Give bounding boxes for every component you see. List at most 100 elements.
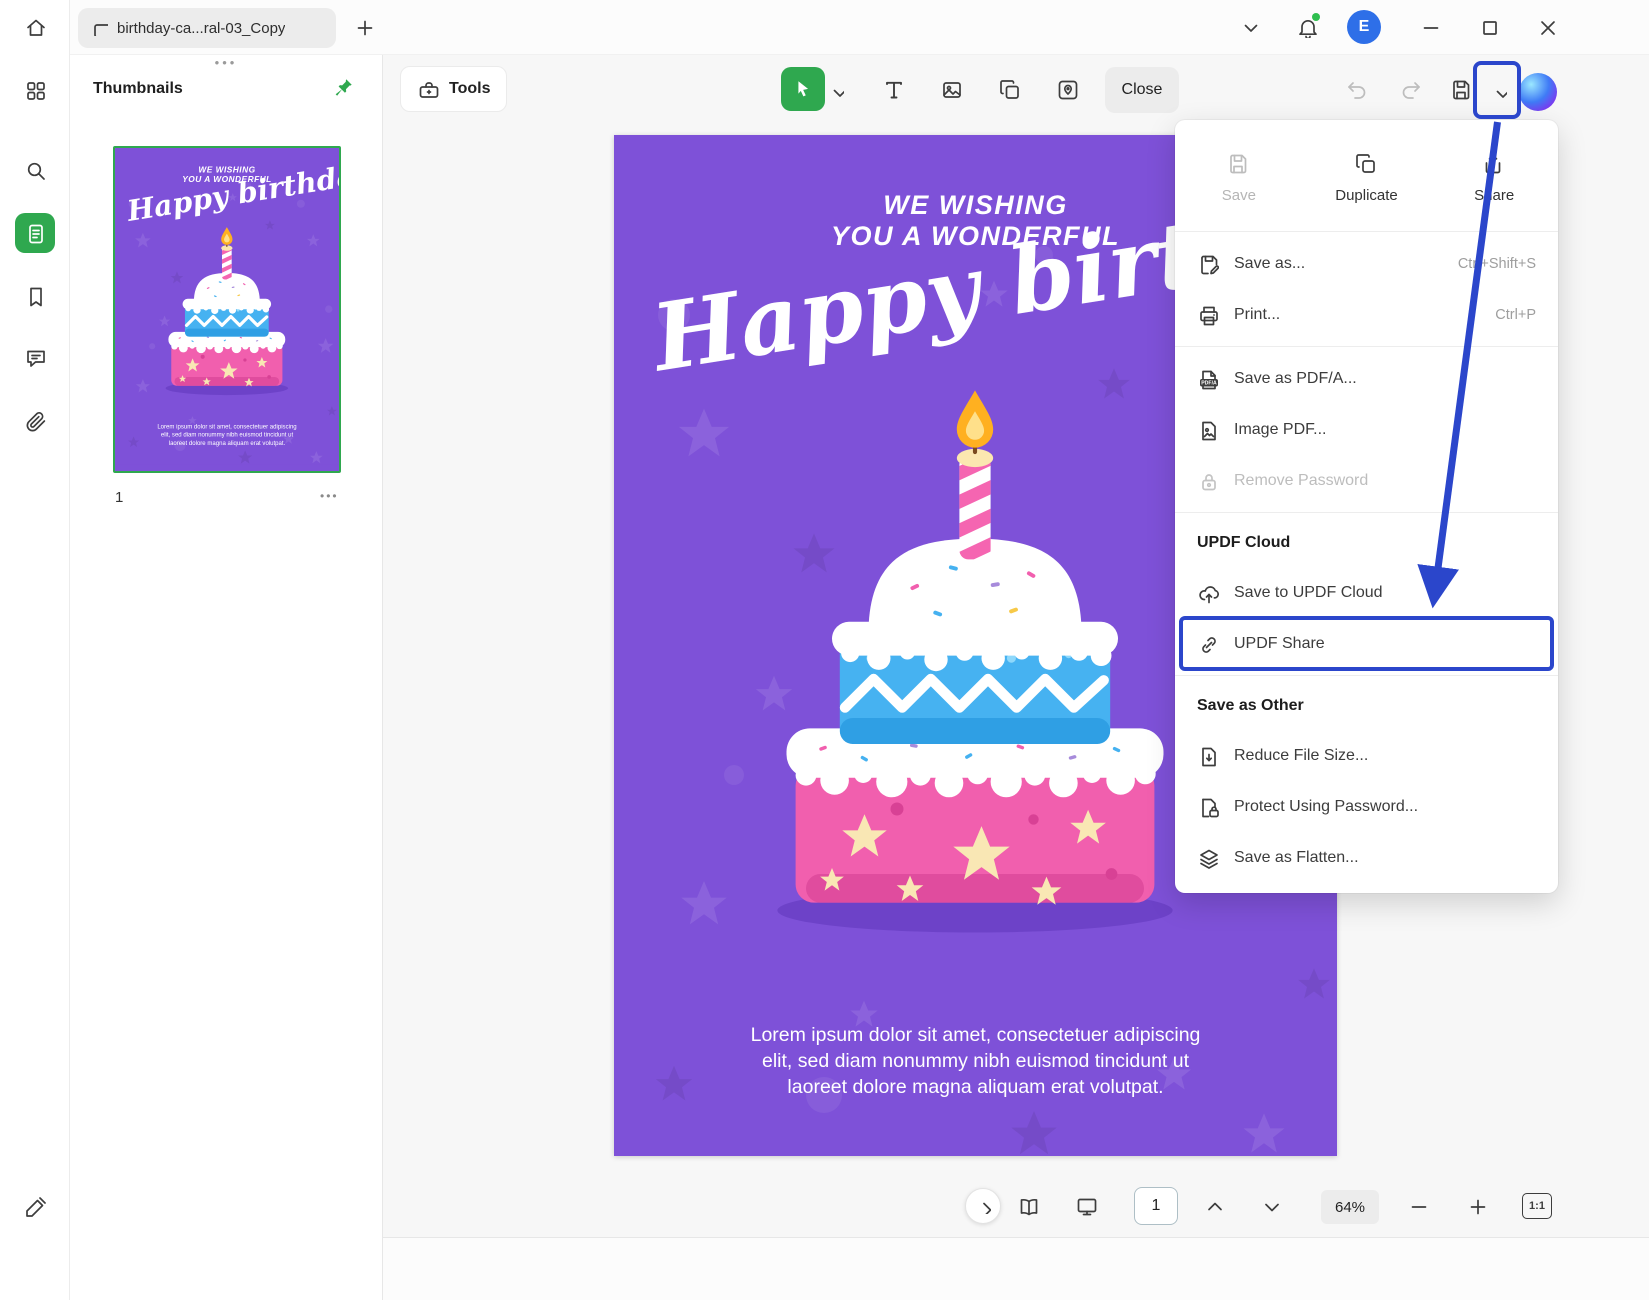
presentation-icon	[1075, 1195, 1097, 1217]
apps-grid-icon	[24, 79, 46, 101]
zoom-in-button[interactable]	[1457, 1186, 1497, 1226]
menu-item-save-as-flatten[interactable]: Save as Flatten...	[1175, 832, 1558, 883]
page-number-input[interactable]	[1134, 1187, 1178, 1225]
app-window: birthday-ca...ral-03_Copy E ••• Thumbnai…	[0, 0, 1649, 1300]
more-dropdown-button[interactable]	[1230, 7, 1270, 47]
chevron-down-icon	[1491, 82, 1507, 98]
pages-tool-button[interactable]	[989, 69, 1029, 109]
document-tab-title: birthday-ca...ral-03_Copy	[117, 20, 285, 37]
home-icon	[24, 16, 46, 38]
select-tool-dropdown[interactable]	[826, 69, 846, 109]
close-window-button[interactable]	[1527, 7, 1567, 47]
bookmark-icon	[24, 285, 46, 307]
menu-section-save-as-other: Save as Other	[1175, 682, 1558, 730]
close-document-button[interactable]: Close	[1105, 67, 1179, 113]
page-thumbnail-preview: WE WISHING YOU A WONDERFUL Happy birthda…	[115, 148, 339, 464]
comments-button[interactable]	[15, 337, 55, 377]
menu-item-reduce-file-size[interactable]: Reduce File Size...	[1175, 730, 1558, 781]
document-tab[interactable]: birthday-ca...ral-03_Copy	[78, 8, 336, 48]
menu-save-action[interactable]: Save	[1175, 152, 1303, 204]
notifications-button[interactable]	[1287, 7, 1327, 47]
book-icon	[1017, 1195, 1039, 1217]
pdfa-icon: PDF/A	[1197, 368, 1219, 390]
title-bar: birthday-ca...ral-03_Copy E	[70, 0, 1649, 55]
document-tab-icon	[92, 20, 108, 36]
menu-item-save-to-updf-cloud[interactable]: Save to UPDF Cloud	[1175, 567, 1558, 618]
paperclip-icon	[24, 410, 46, 432]
left-rail	[0, 0, 70, 1300]
chevron-down-icon	[1239, 16, 1261, 38]
minimize-button[interactable]	[1410, 7, 1450, 47]
close-icon	[1536, 16, 1558, 38]
tools-icon	[417, 78, 439, 100]
home-button[interactable]	[15, 7, 55, 47]
cloud-upload-icon	[1197, 582, 1219, 604]
pin-panel-button[interactable]	[332, 77, 354, 104]
thumbnail-more-button[interactable]: •••	[320, 489, 339, 503]
card-body-text: Lorem ipsum dolor sit amet, consectetuer…	[751, 1023, 1201, 1101]
panel-drag-handle[interactable]: •••	[70, 55, 382, 70]
thumbnail-page-number: 1	[115, 489, 123, 506]
previous-page-button[interactable]	[1194, 1186, 1234, 1226]
cake-illustration	[146, 224, 307, 397]
minimize-icon	[1419, 16, 1441, 38]
menu-item-save-as[interactable]: Save as...Ctrl+Shift+S	[1175, 238, 1558, 289]
image-tool-button[interactable]	[931, 69, 971, 109]
search-button[interactable]	[15, 150, 55, 190]
expand-statusbar-button[interactable]	[965, 1188, 1001, 1224]
menu-share-action[interactable]: Share	[1430, 152, 1558, 204]
reading-mode-button[interactable]	[1008, 1186, 1048, 1226]
flatten-icon	[1197, 847, 1219, 869]
actual-size-button[interactable]: 1:1	[1517, 1186, 1557, 1226]
new-tab-button[interactable]	[344, 7, 384, 47]
menu-item-remove-password[interactable]: Remove Password	[1175, 455, 1558, 506]
menu-item-protect-using-password[interactable]: Protect Using Password...	[1175, 781, 1558, 832]
avatar[interactable]: E	[1347, 10, 1381, 44]
save-dropdown-button[interactable]	[1479, 70, 1519, 110]
save-toolbar-button[interactable]	[1440, 69, 1480, 109]
menu-item-save-as-pdfa[interactable]: PDF/A Save as PDF/A...	[1175, 353, 1558, 404]
signature-pen-icon	[24, 1195, 46, 1217]
text-tool-button[interactable]	[873, 69, 913, 109]
attachments-button[interactable]	[15, 401, 55, 441]
menu-duplicate-action[interactable]: Duplicate	[1303, 152, 1431, 204]
tools-button-label: Tools	[449, 80, 490, 98]
minus-icon	[1407, 1195, 1429, 1217]
zoom-level[interactable]: 64%	[1321, 1190, 1379, 1224]
menu-item-image-pdf[interactable]: Image PDF...	[1175, 404, 1558, 455]
maximize-button[interactable]	[1469, 7, 1509, 47]
thumbnails-panel-button[interactable]	[15, 213, 55, 253]
redo-button[interactable]	[1390, 69, 1430, 109]
image-pdf-icon	[1197, 419, 1219, 441]
notification-dot	[1312, 13, 1320, 21]
signature-button[interactable]	[15, 1186, 55, 1226]
zoom-out-button[interactable]	[1398, 1186, 1438, 1226]
svg-text:PDF/A: PDF/A	[1201, 380, 1217, 386]
save-icon	[1226, 152, 1252, 178]
menu-item-print[interactable]: Print...Ctrl+P	[1175, 289, 1558, 340]
protect-password-icon	[1197, 796, 1219, 818]
page-thumbnail[interactable]: WE WISHING YOU A WONDERFUL Happy birthda…	[113, 146, 341, 473]
cake-illustration	[715, 380, 1235, 939]
location-tool-button[interactable]	[1047, 69, 1087, 109]
select-tool-button[interactable]	[781, 67, 825, 111]
plus-icon	[1466, 1195, 1488, 1217]
thumbnails-icon	[24, 222, 46, 244]
ai-assistant-button[interactable]	[1519, 73, 1557, 111]
tools-button[interactable]: Tools	[400, 66, 507, 112]
pushpin-icon	[332, 77, 354, 99]
apps-button[interactable]	[15, 70, 55, 110]
menu-divider	[1175, 346, 1558, 347]
menu-item-updf-share[interactable]: UPDF Share	[1175, 618, 1558, 669]
undo-button[interactable]	[1336, 69, 1376, 109]
comment-icon	[24, 346, 46, 368]
presentation-mode-button[interactable]	[1066, 1186, 1106, 1226]
bookmarks-button[interactable]	[15, 276, 55, 316]
menu-divider	[1175, 512, 1558, 513]
thumbnails-panel: ••• Thumbnails WE WISHING YOU A WONDERFU…	[70, 55, 383, 1300]
menu-divider	[1175, 675, 1558, 676]
plus-icon	[353, 16, 375, 38]
next-page-button[interactable]	[1251, 1186, 1291, 1226]
one-to-one-icon: 1:1	[1522, 1193, 1552, 1219]
chevron-down-icon	[1260, 1195, 1282, 1217]
